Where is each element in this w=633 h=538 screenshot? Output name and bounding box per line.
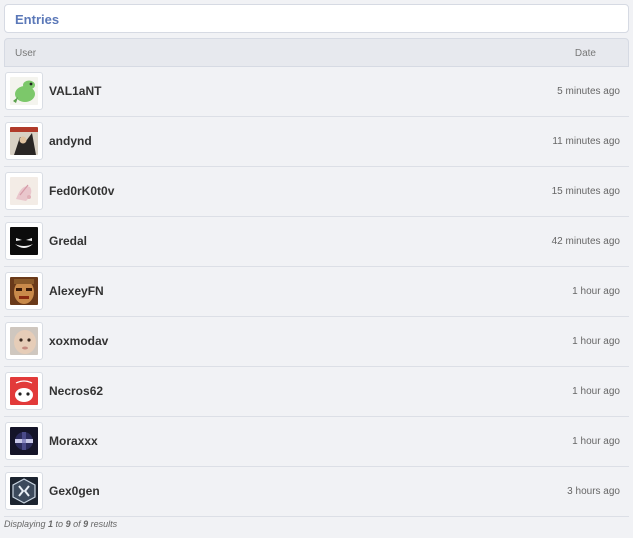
username-link[interactable]: AlexeyFN: [49, 284, 104, 298]
table-header: User Date: [4, 38, 629, 67]
pale-drawing-avatar: [10, 177, 38, 205]
avatar[interactable]: [5, 172, 43, 210]
username-link[interactable]: xoxmodav: [49, 334, 108, 348]
table-row: Moraxxx 1 hour ago: [4, 417, 629, 467]
page-title: Entries: [15, 12, 60, 27]
green-creature-avatar: [10, 77, 38, 105]
table-row: Fed0rK0t0v 15 minutes ago: [4, 167, 629, 217]
column-header-user[interactable]: User: [15, 48, 36, 59]
doom-face-avatar: [10, 277, 38, 305]
avatar[interactable]: [5, 222, 43, 260]
username-link[interactable]: Gredal: [49, 234, 87, 248]
baby-photo-avatar: [10, 327, 38, 355]
entry-time: 1 hour ago: [572, 386, 620, 397]
username-link[interactable]: Gex0gen: [49, 484, 100, 498]
entries-header: Entries: [4, 4, 629, 33]
avatar[interactable]: [5, 322, 43, 360]
summary-to: to: [53, 519, 66, 529]
dark-comic-avatar: [10, 127, 38, 155]
avatar[interactable]: [5, 472, 43, 510]
entry-time: 15 minutes ago: [551, 186, 620, 197]
column-header-date[interactable]: Date: [575, 48, 596, 59]
username-link[interactable]: Necros62: [49, 384, 103, 398]
entry-time: 11 minutes ago: [552, 136, 620, 147]
entry-time: 1 hour ago: [572, 436, 620, 447]
entry-time: 42 minutes ago: [551, 236, 620, 247]
hex-emblem-avatar: [10, 477, 38, 505]
entry-time: 5 minutes ago: [557, 86, 620, 97]
table-row: Necros62 1 hour ago: [4, 367, 629, 417]
summary-of: of: [70, 519, 84, 529]
avatar[interactable]: [5, 272, 43, 310]
table-row: xoxmodav 1 hour ago: [4, 317, 629, 367]
entries-table: User Date VAL1aNT 5 minutes ago andynd 1…: [4, 38, 629, 517]
red-cartoon-avatar: [10, 377, 38, 405]
table-row: Gredal 42 minutes ago: [4, 217, 629, 267]
avatar[interactable]: [5, 422, 43, 460]
username-link[interactable]: Moraxxx: [49, 434, 98, 448]
username-link[interactable]: andynd: [49, 134, 92, 148]
avatar[interactable]: [5, 122, 43, 160]
table-row: AlexeyFN 1 hour ago: [4, 267, 629, 317]
summary-suffix: results: [88, 519, 118, 529]
entry-time: 3 hours ago: [567, 486, 620, 497]
pagination-summary: Displaying 1 to 9 of 9 results: [4, 519, 117, 529]
username-link[interactable]: VAL1aNT: [49, 84, 101, 98]
table-row: Gex0gen 3 hours ago: [4, 467, 629, 517]
summary-prefix: Displaying: [4, 519, 49, 529]
username-link[interactable]: Fed0rK0t0v: [49, 184, 114, 198]
entry-time: 1 hour ago: [572, 336, 620, 347]
table-row: andynd 11 minutes ago: [4, 117, 629, 167]
entry-time: 1 hour ago: [572, 286, 620, 297]
avatar[interactable]: [5, 72, 43, 110]
avatar[interactable]: [5, 372, 43, 410]
dark-logo-avatar: [10, 427, 38, 455]
grin-face-avatar: [10, 227, 38, 255]
table-row: VAL1aNT 5 minutes ago: [4, 67, 629, 117]
